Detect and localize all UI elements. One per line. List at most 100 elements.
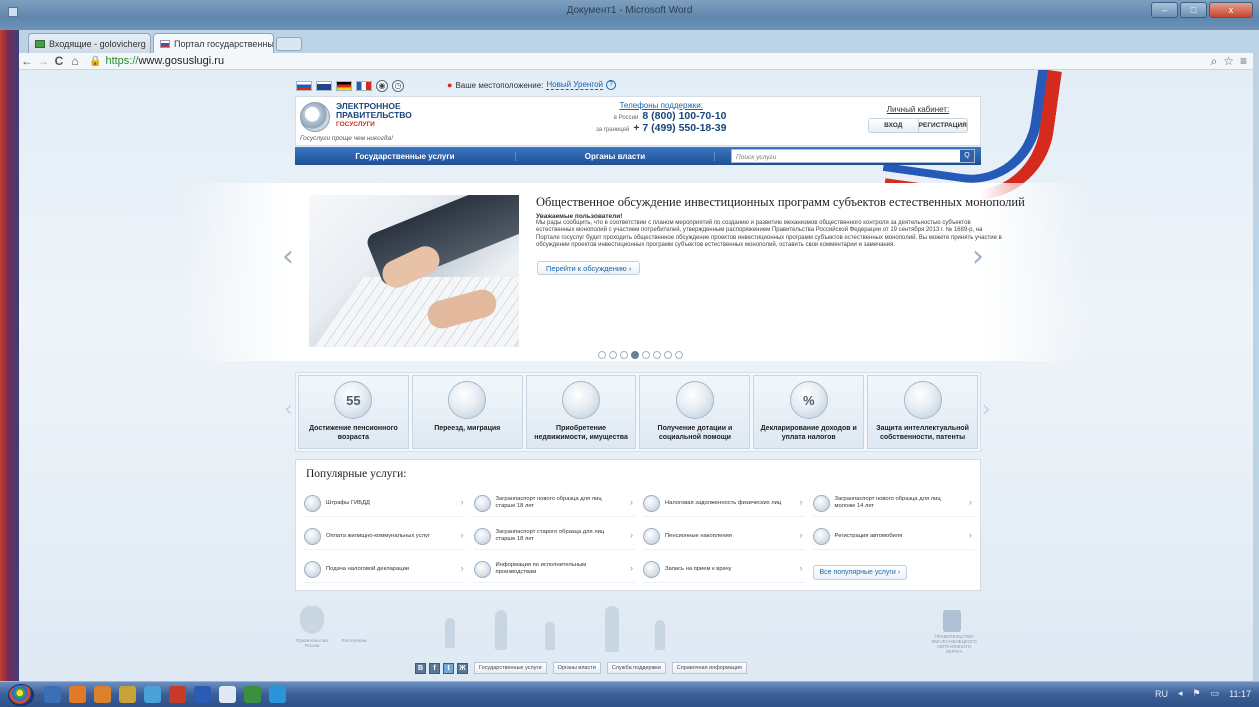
livejournal-icon[interactable]: Ж bbox=[457, 662, 468, 674]
category-card[interactable]: Приобретение недвижимости, имущества bbox=[525, 375, 637, 449]
taskbar-media-icon[interactable] bbox=[94, 686, 111, 703]
lang-en-flag-icon[interactable] bbox=[316, 81, 332, 91]
taskbar-explorer-icon[interactable] bbox=[144, 686, 161, 703]
carousel-dot[interactable] bbox=[631, 351, 639, 359]
vk-icon[interactable]: В bbox=[415, 662, 426, 674]
taskbar-paint-icon[interactable] bbox=[219, 686, 236, 703]
taskbar-word-icon[interactable] bbox=[194, 686, 211, 703]
lang-fr-flag-icon[interactable] bbox=[356, 81, 372, 91]
all-popular-services-button[interactable]: Все популярные услуги › bbox=[812, 564, 908, 580]
popular-service-item[interactable]: Информация по исполнительным производств… bbox=[473, 556, 635, 583]
category-card[interactable]: Получение дотации и социальной помощи bbox=[639, 375, 751, 449]
logo-line2: ПРАВИТЕЛЬСТВО bbox=[336, 110, 412, 120]
popular-service-item[interactable]: Штрафы ГИБДД › bbox=[304, 490, 466, 517]
carousel-dot[interactable] bbox=[598, 351, 606, 359]
popular-service-item[interactable]: Пенсионные накопления › bbox=[643, 523, 805, 550]
category-card[interactable]: % Декларирование доходов и уплата налогов bbox=[753, 375, 865, 449]
taskbar-chrome-icon[interactable] bbox=[119, 686, 136, 703]
menu-icon[interactable]: ≡ bbox=[1240, 54, 1247, 69]
carousel-dot[interactable] bbox=[620, 351, 628, 359]
footer-link-authorities[interactable]: Органы власти bbox=[552, 662, 601, 674]
taskbar-firefox-icon[interactable] bbox=[69, 686, 86, 703]
taskbar-acrobat-icon[interactable] bbox=[169, 686, 186, 703]
twitter-icon[interactable]: t bbox=[443, 662, 454, 674]
facebook-icon[interactable]: f bbox=[429, 662, 440, 674]
popular-service-item[interactable]: Запись на прием к врачу › bbox=[643, 556, 805, 583]
carousel-dot[interactable] bbox=[642, 351, 650, 359]
clock-icon[interactable]: ◷ bbox=[392, 80, 404, 92]
lang-de-flag-icon[interactable] bbox=[336, 81, 352, 91]
news-carousel: ‹ Общественное обсуждение инвестиционных… bbox=[182, 183, 1090, 361]
carousel-dot[interactable] bbox=[675, 351, 683, 359]
coat-of-arms-icon bbox=[300, 606, 324, 634]
nav-authorities[interactable]: Органы власти bbox=[515, 151, 715, 161]
start-button[interactable] bbox=[8, 684, 34, 706]
nav-services[interactable]: Государственные услуги bbox=[295, 152, 515, 161]
maximize-button[interactable]: □ bbox=[1180, 2, 1207, 18]
location-city-link[interactable]: Новый Уренгой bbox=[546, 80, 603, 90]
tab-close-icon[interactable]: × bbox=[150, 39, 151, 49]
footer-link-reference[interactable]: Справочная информация bbox=[671, 662, 747, 674]
popular-service-item[interactable]: Загранпаспорт старого образца для лиц ст… bbox=[473, 523, 635, 550]
service-icon bbox=[473, 527, 491, 545]
back-button[interactable]: ← bbox=[19, 54, 35, 68]
carousel-prev-button[interactable]: ‹ bbox=[282, 239, 294, 274]
popular-service-item[interactable]: Регистрация автомобиля › bbox=[812, 523, 974, 550]
mail-icon bbox=[35, 39, 45, 48]
clock[interactable]: 11:17 bbox=[1229, 689, 1251, 699]
desktop-left-edge bbox=[0, 30, 19, 681]
taskbar-ie-icon[interactable] bbox=[44, 686, 61, 703]
carousel-next-button[interactable]: › bbox=[972, 239, 984, 274]
taskbar-skype-icon[interactable] bbox=[269, 686, 286, 703]
url-host: www.gosuslugi.ru bbox=[138, 55, 225, 67]
taskbar-excel-icon[interactable] bbox=[244, 686, 261, 703]
category-card[interactable]: 55 Достижение пенсионного возраста bbox=[298, 375, 409, 449]
close-button[interactable]: x bbox=[1209, 2, 1253, 18]
footer-link-support[interactable]: Служба поддержки bbox=[606, 662, 666, 674]
network-icon[interactable]: ▭ bbox=[1211, 688, 1220, 699]
category-label: Получение дотации и социальной помощи bbox=[657, 425, 733, 441]
address-bar[interactable]: 🔒 https://www.gosuslugi.ru bbox=[89, 55, 224, 67]
service-label: Загранпаспорт нового образца для лиц ста… bbox=[495, 496, 602, 509]
popular-services: Популярные услуги: Штрафы ГИБДД › Загранпа… bbox=[295, 459, 981, 591]
carousel-dot[interactable] bbox=[609, 351, 617, 359]
new-tab-button[interactable] bbox=[276, 37, 302, 51]
register-button[interactable]: РЕГИСТРАЦИЯ bbox=[917, 119, 968, 132]
flag-icon[interactable]: ⚑ bbox=[1193, 688, 1201, 699]
forward-button[interactable]: → bbox=[35, 54, 51, 68]
popular-service-item[interactable]: Загранпаспорт нового образца для лиц мол… bbox=[812, 490, 974, 517]
slide-image bbox=[309, 195, 519, 347]
search-input[interactable] bbox=[732, 151, 958, 164]
categories-prev-icon[interactable]: ‹ bbox=[284, 397, 293, 422]
popular-service-item[interactable]: Налоговая задолженность физических лиц › bbox=[643, 490, 805, 517]
popular-service-item[interactable]: Подача налоговой декларации › bbox=[304, 556, 466, 583]
carousel-dot[interactable] bbox=[664, 351, 672, 359]
home-button[interactable]: ⌂ bbox=[67, 54, 83, 68]
tab-gosuslugi[interactable]: Портал государственны × bbox=[153, 33, 274, 53]
category-card[interactable]: Переезд, миграция bbox=[411, 375, 523, 449]
support-title[interactable]: Телефоны поддержки: bbox=[596, 101, 726, 110]
category-card[interactable]: Защита интеллектуальной собственности, п… bbox=[867, 375, 978, 449]
categories-next-icon[interactable]: › bbox=[982, 397, 991, 422]
volume-icon[interactable]: ◂ bbox=[1178, 688, 1183, 699]
logo-line3: ГОСУСЛУГИ bbox=[336, 121, 375, 128]
site-logo[interactable]: ЭЛЕКТРОННОЕ ПРАВИТЕЛЬСТВО ГОСУСЛУГИ bbox=[300, 102, 412, 132]
cabinet-title[interactable]: Личный кабинет: bbox=[868, 105, 968, 114]
popular-service-item[interactable]: Оплата жилищно-коммунальных услуг › bbox=[304, 523, 466, 550]
reload-button[interactable]: C bbox=[51, 54, 67, 68]
search-button[interactable]: Q bbox=[960, 150, 974, 162]
star-icon[interactable]: ☆ bbox=[1223, 54, 1234, 69]
tab-inbox[interactable]: Входящие - golovicherg × bbox=[28, 33, 151, 53]
system-tray: RU ◂ ⚑ ▭ 11:17 bbox=[1155, 688, 1251, 699]
login-button[interactable]: ВХОД bbox=[869, 119, 918, 132]
location-help-icon[interactable]: ? bbox=[606, 80, 616, 90]
carousel-dot[interactable] bbox=[653, 351, 661, 359]
minimize-button[interactable]: – bbox=[1151, 2, 1178, 18]
lang-ru-flag-icon[interactable] bbox=[296, 81, 312, 91]
footer-link-services[interactable]: Государственные услуги bbox=[474, 662, 547, 674]
popular-service-item[interactable]: Загранпаспорт нового образца для лиц ста… bbox=[473, 490, 635, 517]
discussion-button[interactable]: Перейти к обсуждению › bbox=[537, 261, 641, 275]
accessibility-eye-icon[interactable]: ◉ bbox=[376, 80, 388, 92]
zoom-icon[interactable]: ⌕ bbox=[1210, 54, 1217, 69]
language-indicator[interactable]: RU bbox=[1155, 689, 1168, 699]
